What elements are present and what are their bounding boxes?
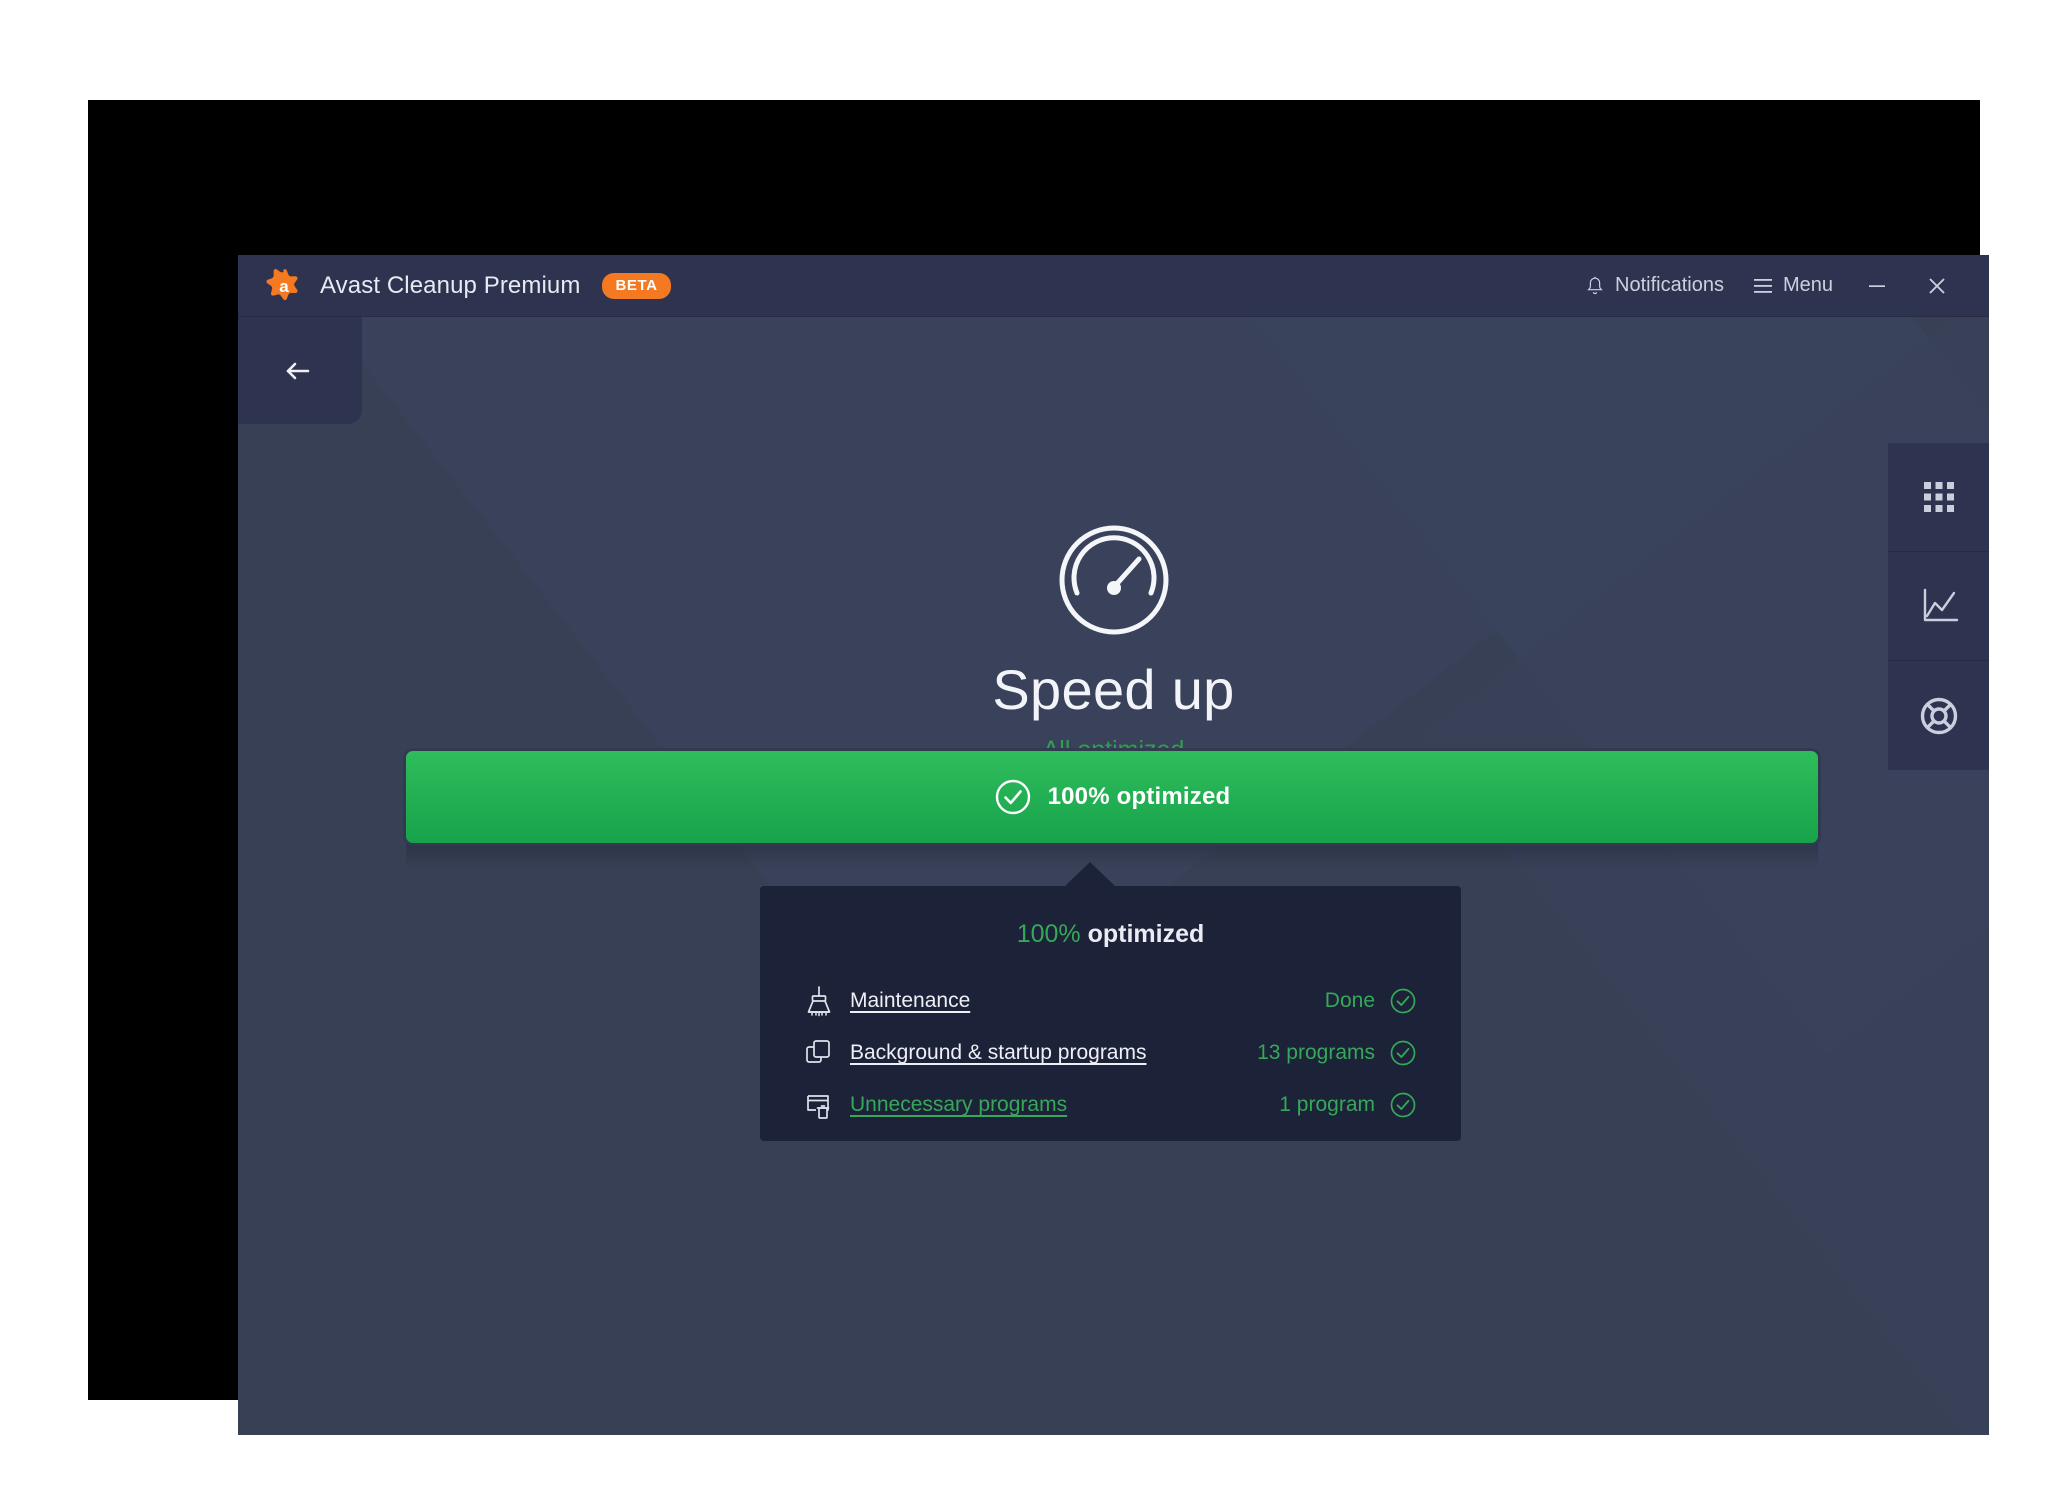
icon-rail — [1888, 443, 1989, 770]
notifications-button[interactable]: Notifications — [1570, 266, 1738, 305]
close-icon — [1929, 277, 1945, 294]
details-panel: 100% optimized Maintenance Done Backgrou… — [760, 886, 1461, 1141]
panel-row-label[interactable]: Maintenance — [850, 989, 970, 1013]
minimize-icon — [1869, 284, 1885, 287]
check-circle-icon — [1389, 1039, 1417, 1067]
hero-section: Speed up All optimized — [238, 317, 1989, 765]
check-circle-icon — [1389, 987, 1417, 1015]
title-bar-controls: Notifications Menu — [1570, 266, 1967, 306]
panel-heading: 100% optimized — [804, 920, 1417, 949]
back-button[interactable] — [238, 317, 362, 424]
check-circle-icon — [995, 779, 1030, 815]
rail-item-apps[interactable] — [1888, 443, 1989, 552]
beta-badge: BETA — [602, 272, 671, 299]
minimize-button[interactable] — [1847, 266, 1907, 306]
page-title: Speed up — [992, 658, 1235, 721]
notifications-label: Notifications — [1615, 274, 1724, 296]
panel-row-maintenance[interactable]: Maintenance Done — [804, 975, 1417, 1027]
check-circle-icon — [1389, 1091, 1417, 1119]
panel-row-unnecessary-programs[interactable]: Unnecessary programs 1 program — [804, 1079, 1417, 1131]
title-bar: a Avast Cleanup Premium BETA Notificatio… — [238, 255, 1989, 317]
menu-label: Menu — [1782, 274, 1833, 296]
speedometer-icon — [1059, 525, 1168, 635]
panel-row-background-startup[interactable]: Background & startup programs 13 program… — [804, 1027, 1417, 1079]
panel-arrow — [1064, 862, 1116, 887]
panel-row-value: Done — [1324, 989, 1375, 1012]
application-window: a Avast Cleanup Premium BETA Notificatio… — [238, 255, 1989, 1435]
line-chart-icon — [1923, 588, 1958, 622]
close-button[interactable] — [1907, 266, 1967, 306]
svg-text:a: a — [279, 277, 289, 296]
status-bar[interactable]: 100% optimized — [406, 751, 1818, 843]
panel-row-label[interactable]: Unnecessary programs — [850, 1093, 1067, 1117]
rail-item-performance[interactable] — [1888, 552, 1989, 661]
menu-button[interactable]: Menu — [1738, 266, 1847, 305]
arrow-left-icon — [286, 362, 310, 379]
life-ring-icon — [1920, 697, 1957, 734]
status-bar-label: 100% optimized — [1047, 783, 1231, 810]
title-bar-left: a Avast Cleanup Premium BETA — [264, 266, 671, 306]
bell-icon — [1587, 276, 1603, 294]
panel-heading-percent: 100% — [1016, 920, 1081, 948]
panel-row-value: 13 programs — [1257, 1041, 1375, 1064]
uninstall-icon — [804, 1089, 850, 1121]
avast-logo-icon: a — [266, 268, 298, 300]
broom-icon — [804, 985, 850, 1017]
windows-stack-icon — [804, 1037, 850, 1069]
panel-heading-word: optimized — [1087, 920, 1205, 948]
hamburger-icon — [1753, 278, 1772, 293]
grid-icon — [1923, 482, 1954, 512]
panel-row-label[interactable]: Background & startup programs — [850, 1041, 1146, 1065]
content-area: Speed up All optimized 100% optimized 10… — [238, 317, 1989, 1435]
rail-item-support[interactable] — [1888, 661, 1989, 770]
screenshot-frame: a Avast Cleanup Premium BETA Notificatio… — [88, 100, 1989, 1435]
app-title: Avast Cleanup Premium — [320, 271, 581, 299]
panel-row-value: 1 program — [1279, 1093, 1375, 1116]
